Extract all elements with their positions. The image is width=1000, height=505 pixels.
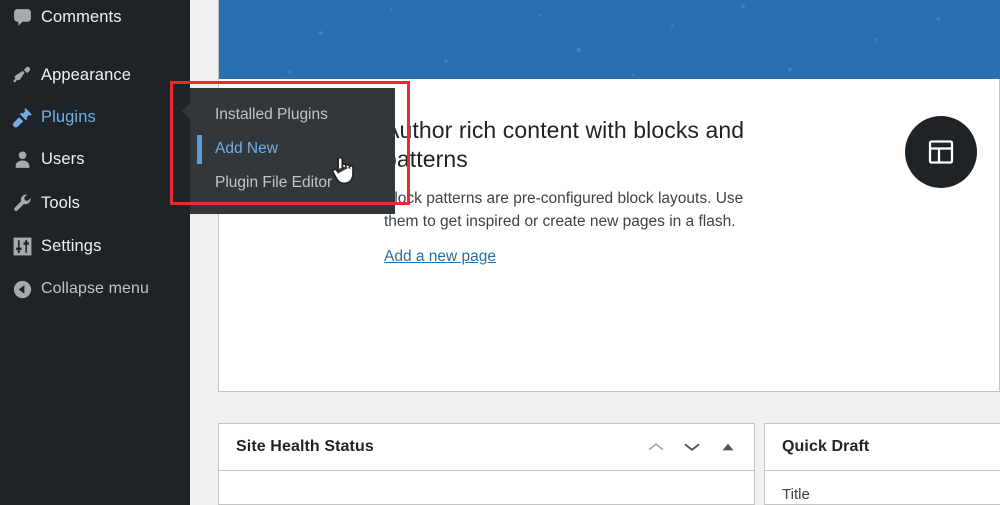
toggle-panel-icon[interactable] [714, 433, 742, 461]
submenu-pointer-arrow [182, 100, 193, 122]
widget-action-buttons [642, 433, 742, 461]
sidebar-item-label: Users [41, 149, 85, 168]
quick-draft-widget: Quick Draft Title [764, 423, 1000, 505]
widget-header: Quick Draft [765, 424, 1000, 471]
widget-header: Site Health Status [219, 424, 754, 471]
submenu-item-label: Add New [215, 140, 278, 157]
plugins-submenu: Installed Plugins Add New Plugin File Ed… [190, 88, 395, 214]
submenu-item-add-new[interactable]: Add New [190, 132, 395, 166]
add-a-new-page-link[interactable]: Add a new page [384, 248, 496, 266]
widget-body: Title [765, 471, 1000, 504]
welcome-blocks-heading: Author rich content with blocks and patt… [384, 117, 745, 173]
sidebar-item-comments[interactable]: Comments [0, 0, 190, 34]
sidebar-item-label: Tools [41, 193, 81, 212]
submenu-item-installed-plugins[interactable]: Installed Plugins [190, 98, 395, 132]
tools-icon [9, 190, 35, 216]
appearance-icon [9, 62, 35, 88]
banner-texture [219, 0, 1000, 79]
comments-icon [9, 4, 35, 30]
move-down-icon[interactable] [678, 433, 706, 461]
admin-sidebar: Comments Appearance Plugins Users Tools … [0, 0, 190, 505]
welcome-column-customize: Start Customizing Configure your site’s … [905, 116, 1000, 259]
sidebar-item-collapse-menu[interactable]: Collapse menu [0, 272, 190, 306]
sidebar-item-plugins[interactable]: Plugins [0, 100, 190, 134]
sidebar-item-tools[interactable]: Tools [0, 186, 190, 220]
quick-draft-title-label: Title [782, 486, 810, 503]
sidebar-item-label: Plugins [41, 107, 96, 126]
welcome-blocks-body: Block patterns are pre-configured block … [384, 189, 744, 230]
site-health-status-widget: Site Health Status [218, 423, 755, 505]
collapse-menu-icon [9, 276, 35, 302]
welcome-banner-image [219, 0, 1000, 79]
users-icon [9, 146, 35, 172]
sidebar-item-label: Comments [41, 7, 122, 26]
sidebar-item-appearance[interactable]: Appearance [0, 58, 190, 92]
widget-title: Site Health Status [236, 438, 374, 455]
sidebar-item-users[interactable]: Users [0, 142, 190, 176]
sidebar-item-label: Collapse menu [41, 280, 150, 297]
widget-title: Quick Draft [782, 438, 870, 455]
layout-template-icon [905, 116, 977, 188]
plugins-icon [9, 104, 35, 130]
widget-body [219, 471, 754, 486]
move-up-icon[interactable] [642, 433, 670, 461]
sidebar-item-label: Appearance [41, 65, 131, 84]
sidebar-item-label: Settings [41, 236, 102, 255]
submenu-item-label: Installed Plugins [215, 106, 328, 123]
submenu-item-plugin-file-editor[interactable]: Plugin File Editor [190, 166, 395, 200]
admin-main-content: Author rich content with blocks and patt… [190, 0, 1000, 505]
welcome-column-blocks: Author rich content with blocks and patt… [384, 116, 774, 266]
submenu-item-label: Plugin File Editor [215, 174, 333, 191]
wordpress-admin-screen: Comments Appearance Plugins Users Tools … [0, 0, 1000, 505]
sidebar-item-settings[interactable]: Settings [0, 229, 190, 263]
settings-icon [9, 233, 35, 259]
